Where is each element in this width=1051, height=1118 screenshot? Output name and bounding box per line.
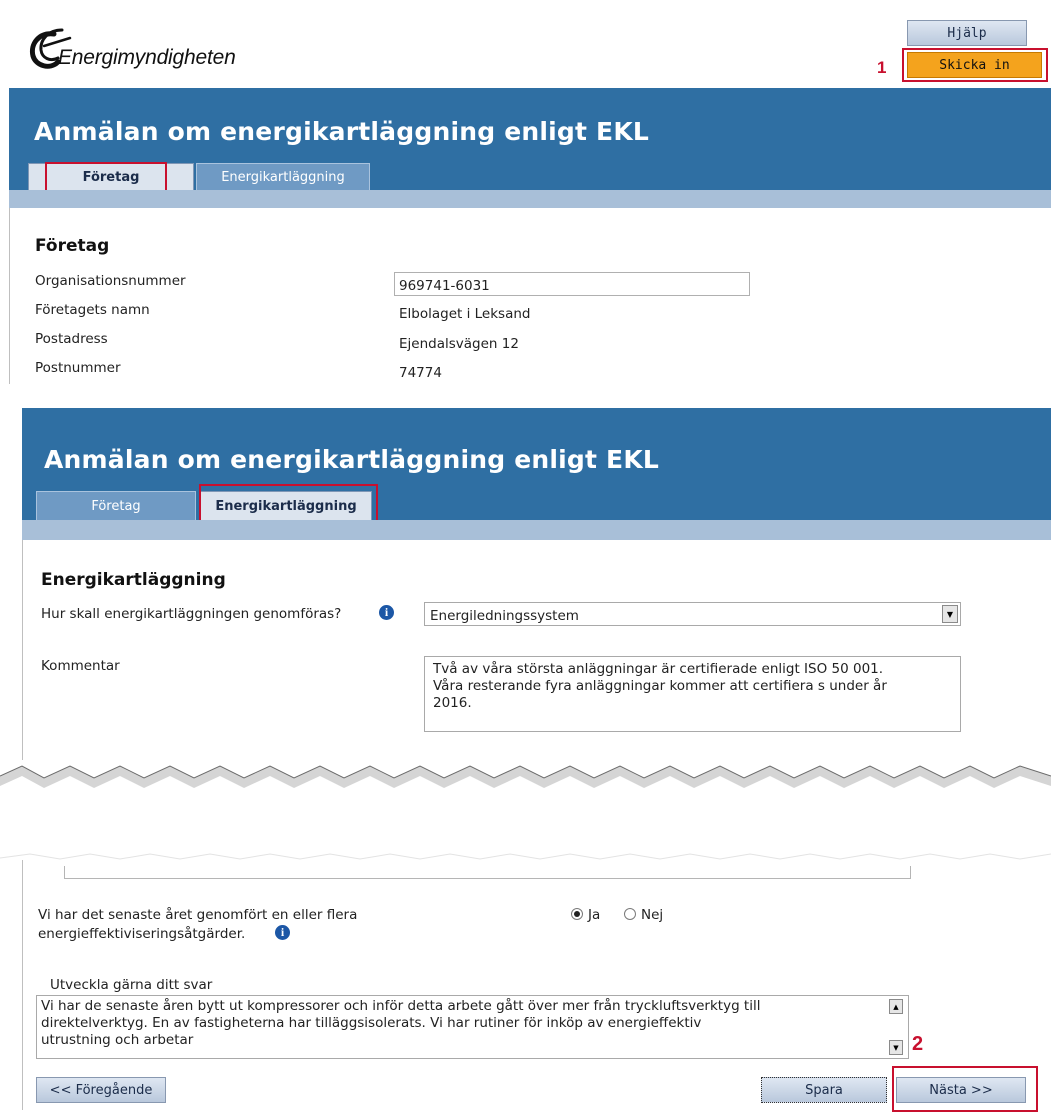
field-label: Postnummer (35, 360, 121, 376)
answer-line: direktelverktyg. En av fastigheterna har… (41, 1015, 702, 1031)
next-highlight-box (892, 1066, 1038, 1112)
comment-textarea[interactable]: Två av våra största anläggningar är cert… (424, 656, 961, 732)
torn-page-edge (0, 752, 1051, 802)
postal-address-value: Ejendalsvägen 12 (399, 336, 519, 352)
method-label: Hur skall energikartläggningen genomföra… (41, 606, 342, 622)
radio-no[interactable] (624, 908, 636, 920)
method-select-value: Energiledningssystem (430, 608, 579, 624)
radio-yes-label: Ja (588, 907, 601, 923)
page-edge-line (9, 208, 10, 384)
company-name-value: Elbolaget i Leksand (399, 306, 531, 322)
tab-highlight-box (45, 162, 167, 192)
callout-number-2: 2 (912, 1033, 924, 1055)
org-number-value: 969741-6031 (399, 278, 490, 294)
section-heading-2: Energikartläggning (41, 570, 226, 590)
textarea-fragment (64, 866, 911, 879)
measures-label: Vi har det senaste året genomfört en ell… (38, 907, 358, 923)
comment-line: Våra resterande fyra anläggningar kommer… (433, 678, 887, 694)
answer-line: Vi har de senaste åren bytt ut kompresso… (41, 998, 761, 1014)
postal-code-value: 74774 (399, 365, 442, 381)
callout-number-1: 1 (877, 58, 887, 77)
help-button[interactable]: Hjälp (907, 20, 1027, 46)
comment-label: Kommentar (41, 658, 120, 674)
save-button[interactable]: Spara (761, 1077, 887, 1103)
logo-text: Energimyndigheten (58, 46, 236, 69)
section-heading: Företag (35, 236, 110, 256)
info-icon[interactable]: i (275, 925, 290, 940)
radio-yes[interactable] (571, 908, 583, 920)
page-edge-line (22, 540, 23, 760)
page-title-2: Anmälan om energikartläggning enligt EKL (44, 445, 660, 474)
chevron-down-icon[interactable]: ▼ (942, 605, 958, 623)
page-title: Anmälan om energikartläggning enligt EKL (34, 117, 650, 146)
radio-selected-dot (574, 911, 580, 917)
scroll-down-icon[interactable]: ▼ (889, 1040, 903, 1055)
field-label: Företagets namn (35, 302, 150, 318)
page-edge-line (22, 860, 23, 1110)
answer-line: utrustning och arbetar (41, 1032, 194, 1048)
comment-line: Två av våra största anläggningar är cert… (433, 661, 884, 677)
previous-button[interactable]: << Föregående (36, 1077, 166, 1103)
elaborate-textarea[interactable]: Vi har de senaste åren bytt ut kompresso… (36, 995, 909, 1059)
banner-strip-2 (22, 520, 1051, 540)
scroll-up-icon[interactable]: ▲ (889, 999, 903, 1014)
tab-foretag-2[interactable]: Företag (36, 491, 196, 520)
comment-line: 2016. (433, 695, 472, 711)
tab-energikartlaggning[interactable]: Energikartläggning (196, 163, 370, 190)
field-label: Postadress (35, 331, 108, 347)
measures-label: energieffektiviseringsåtgärder. (38, 926, 246, 942)
radio-no-label: Nej (641, 907, 664, 923)
submit-highlight-box (902, 48, 1048, 82)
elaborate-label: Utveckla gärna ditt svar (50, 977, 213, 993)
info-icon[interactable]: i (379, 605, 394, 620)
banner-strip (9, 190, 1051, 208)
field-label: Organisationsnummer (35, 273, 186, 289)
